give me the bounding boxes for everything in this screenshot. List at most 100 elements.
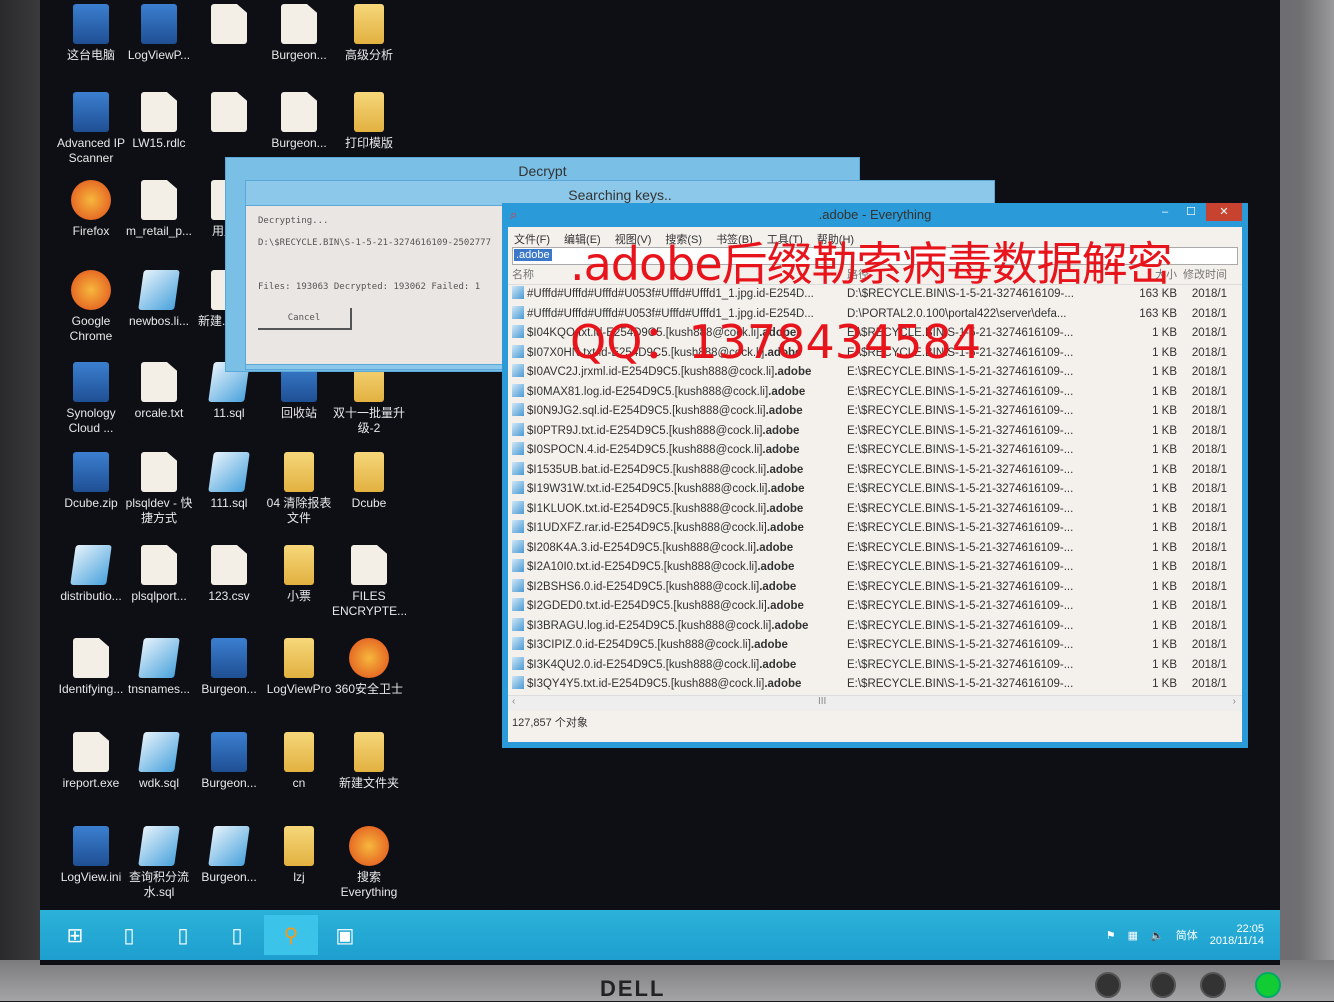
- desktop-icon[interactable]: 双十一批量升级-2: [332, 362, 406, 436]
- round-icon: [71, 180, 111, 220]
- doc-icon: [351, 545, 387, 585]
- desktop-icon[interactable]: ireport.exe: [54, 732, 128, 791]
- desktop-icon-label: orcale.txt: [134, 406, 184, 420]
- desktop-icon[interactable]: 查询积分流水.sql: [122, 826, 196, 900]
- folder-icon: [354, 4, 384, 44]
- monitor-button[interactable]: [1150, 972, 1176, 998]
- file-icon: [512, 344, 524, 358]
- file-name: $I0MAX81.log.id-E254D9C5.[kush888@cock.l…: [527, 385, 769, 398]
- desktop-icon-label: 双十一批量升级-2: [332, 406, 405, 435]
- desktop-icon[interactable]: Advanced IP Scanner: [54, 92, 128, 166]
- desktop-icon[interactable]: 123.csv: [192, 545, 266, 604]
- desktop-icon[interactable]: lzj: [262, 826, 336, 885]
- sql-icon: [138, 732, 180, 772]
- volume-icon[interactable]: 🔈: [1150, 929, 1164, 942]
- table-row[interactable]: $I3K4QU2.0.id-E254D9C5.[kush888@cock.li]…: [508, 656, 1242, 676]
- desktop-icon[interactable]: plsqldev - 快捷方式: [122, 452, 196, 526]
- desktop-icon[interactable]: LogView.ini: [54, 826, 128, 885]
- desktop-icon[interactable]: orcale.txt: [122, 362, 196, 421]
- table-row[interactable]: $I208K4A.3.id-E254D9C5.[kush888@cock.li]…: [508, 539, 1242, 559]
- desktop-icon[interactable]: 04 清除报表文件: [262, 452, 336, 526]
- desktop-icon[interactable]: plsqlport...: [122, 545, 196, 604]
- desktop-icon[interactable]: Burgeon...: [192, 826, 266, 885]
- file-size: 1 KB: [1152, 502, 1177, 515]
- taskbar-file-1[interactable]: ▯: [102, 915, 156, 955]
- desktop-icon[interactable]: LW15.rdlc: [122, 92, 196, 151]
- cancel-button[interactable]: Cancel: [258, 308, 352, 330]
- table-row[interactable]: $I2BSHS6.0.id-E254D9C5.[kush888@cock.li]…: [508, 578, 1242, 598]
- desktop-icon[interactable]: 新建文件夹: [332, 732, 406, 791]
- desktop-icon[interactable]: [192, 92, 266, 136]
- desktop-icon[interactable]: Dcube.zip: [54, 452, 128, 511]
- desktop-icon[interactable]: Burgeon...: [192, 638, 266, 697]
- close-button[interactable]: ✕: [1206, 203, 1242, 221]
- input-language[interactable]: 简体: [1176, 927, 1198, 943]
- desktop-icon[interactable]: LogViewP...: [122, 4, 196, 63]
- table-row[interactable]: $I2GDED0.txt.id-E254D9C5.[kush888@cock.l…: [508, 597, 1242, 617]
- desktop-icon[interactable]: 打印模版: [332, 92, 406, 151]
- file-size: 1 KB: [1152, 541, 1177, 554]
- clock[interactable]: 22:05 2018/11/14: [1210, 923, 1264, 947]
- desktop-icon-label: Burgeon...: [201, 776, 257, 790]
- desktop-icon[interactable]: distributio...: [54, 545, 128, 604]
- taskbar-file-2[interactable]: ▯: [156, 915, 210, 955]
- desktop-icon[interactable]: 这台电脑: [54, 4, 128, 63]
- desktop-icon[interactable]: Google Chrome: [54, 270, 128, 344]
- desktop-icon[interactable]: tnsnames...: [122, 638, 196, 697]
- flag-icon[interactable]: ⚑: [1106, 929, 1116, 942]
- desktop-icon-label: Burgeon...: [201, 870, 257, 884]
- monitor-button[interactable]: [1200, 972, 1226, 998]
- maximize-button[interactable]: ☐: [1178, 203, 1204, 221]
- table-row[interactable]: $I1KLUOK.txt.id-E254D9C5.[kush888@cock.l…: [508, 500, 1242, 520]
- desktop-icon[interactable]: Synology Cloud ...: [54, 362, 128, 436]
- table-row[interactable]: $I1UDXFZ.rar.id-E254D9C5.[kush888@cock.l…: [508, 519, 1242, 539]
- table-row[interactable]: $I0PTR9J.txt.id-E254D9C5.[kush888@cock.l…: [508, 422, 1242, 442]
- file-path: E:\$RECYCLE.BIN\S-1-5-21-3274616109-...: [847, 658, 1074, 671]
- minimize-button[interactable]: –: [1152, 203, 1178, 221]
- desktop-icon[interactable]: cn: [262, 732, 336, 791]
- table-row[interactable]: $I0MAX81.log.id-E254D9C5.[kush888@cock.l…: [508, 383, 1242, 403]
- taskbar-window[interactable]: ▣: [318, 915, 372, 955]
- file-size: 163 KB: [1139, 307, 1177, 320]
- monitor-button[interactable]: [1095, 972, 1121, 998]
- table-row[interactable]: $I3BRAGU.log.id-E254D9C5.[kush888@cock.l…: [508, 617, 1242, 637]
- app-icon: [73, 362, 109, 402]
- horizontal-scrollbar[interactable]: ‹ III ›: [508, 694, 1242, 711]
- desktop-icon[interactable]: 搜索 Everything: [332, 826, 406, 900]
- desktop-icon[interactable]: 高级分析: [332, 4, 406, 63]
- desktop-icon[interactable]: 111.sql: [192, 452, 266, 511]
- taskbar-file-3[interactable]: ▯: [210, 915, 264, 955]
- taskbar-everything[interactable]: ⚲: [264, 915, 318, 955]
- file-path: E:\$RECYCLE.BIN\S-1-5-21-3274616109-...: [847, 405, 1074, 417]
- desktop-icon[interactable]: 360安全卫士: [332, 638, 406, 697]
- table-row[interactable]: $I2A10I0.txt.id-E254D9C5.[kush888@cock.l…: [508, 558, 1242, 578]
- column-modified[interactable]: 修改时间: [1177, 265, 1227, 284]
- desktop-icon[interactable]: FILES ENCRYPTE...: [332, 545, 407, 619]
- power-button[interactable]: [1255, 972, 1281, 998]
- file-icon: ▯: [177, 924, 189, 947]
- desktop-icon[interactable]: Burgeon...: [192, 732, 266, 791]
- desktop-icon[interactable]: 小票: [262, 545, 336, 604]
- network-icon[interactable]: ▦: [1128, 929, 1138, 942]
- menu-item[interactable]: 文件(F): [514, 231, 550, 246]
- file-size: 1 KB: [1152, 580, 1177, 593]
- desktop-icon[interactable]: m_retail_p...: [122, 180, 196, 239]
- table-row[interactable]: $I3QY4Y5.txt.id-E254D9C5.[kush888@cock.l…: [508, 675, 1242, 695]
- table-row[interactable]: $I0N9JG2.sql.id-E254D9C5.[kush888@cock.l…: [508, 402, 1242, 422]
- desktop-icon[interactable]: [192, 4, 266, 48]
- table-row[interactable]: $I0SPOCN.4.id-E254D9C5.[kush888@cock.li]…: [508, 441, 1242, 461]
- file-name: $I1535UB.bat.id-E254D9C5.[kush888@cock.l…: [527, 463, 767, 476]
- file-modified: 2018/1: [1191, 522, 1227, 534]
- desktop-icon[interactable]: Dcube: [332, 452, 406, 511]
- desktop-icon[interactable]: Burgeon...: [262, 4, 336, 63]
- desktop-icon[interactable]: wdk.sql: [122, 732, 196, 791]
- desktop-icon[interactable]: newbos.li...: [122, 270, 196, 329]
- desktop-icon[interactable]: LogViewPro: [262, 638, 336, 697]
- desktop-icon[interactable]: Firefox: [54, 180, 128, 239]
- table-row[interactable]: $I1535UB.bat.id-E254D9C5.[kush888@cock.l…: [508, 461, 1242, 481]
- table-row[interactable]: $I19W31W.txt.id-E254D9C5.[kush888@cock.l…: [508, 480, 1242, 500]
- table-row[interactable]: $I3CIPIZ.0.id-E254D9C5.[kush888@cock.li]…: [508, 636, 1242, 656]
- start-button[interactable]: ⊞: [48, 915, 102, 955]
- desktop-icon[interactable]: Burgeon...: [262, 92, 336, 151]
- desktop-icon[interactable]: Identifying...: [54, 638, 128, 697]
